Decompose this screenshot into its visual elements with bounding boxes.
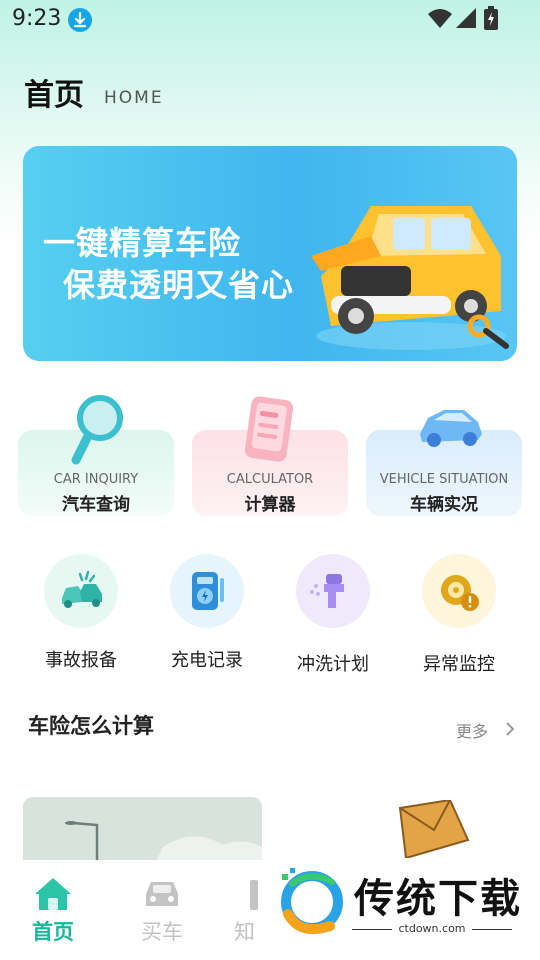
car-accident-icon (62, 570, 102, 608)
article-thumbnail[interactable] (23, 797, 262, 867)
nav-item-home[interactable]: 首页 (13, 876, 93, 956)
nav-label: 知 (234, 920, 255, 944)
nav-label: 买车 (141, 920, 183, 944)
banner-headline: 一键精算车险 (43, 224, 242, 262)
more-link[interactable]: 更多 (456, 718, 488, 742)
magnifier-icon (71, 395, 123, 465)
quick-action-accident-report[interactable]: 事故报备 (26, 554, 136, 674)
quick-action-label: 异常监控 (423, 654, 495, 675)
battery-charging-icon (484, 6, 498, 30)
envelope-illustration (398, 800, 470, 858)
card-en-label: VEHICLE SITUATION (379, 472, 509, 487)
wifi-icon (428, 9, 452, 28)
nav-label: 首页 (32, 920, 74, 944)
feature-card-car-inquiry[interactable]: CAR INQUIRY 汽车查询 (18, 395, 174, 516)
wash-spray-icon (310, 574, 344, 608)
card-en-label: CAR INQUIRY (53, 472, 139, 487)
car-illustration (311, 206, 509, 350)
feature-card-vehicle-situation[interactable]: VEHICLE SITUATION 车辆实况 (366, 410, 522, 516)
quick-action-icon-bg (422, 554, 496, 628)
nav-item-knowledge[interactable]: 知 (234, 876, 264, 956)
home-icon (35, 878, 71, 910)
page-subtitle: HOME (104, 88, 164, 108)
promo-banner[interactable]: 一键精算车险 保费透明又省心 (23, 146, 517, 361)
section-title: 车险怎么计算 (28, 714, 154, 738)
chevron-right-icon[interactable] (504, 721, 516, 737)
street-scene-image (23, 797, 262, 867)
quick-action-anomaly-monitor[interactable]: 异常监控 (404, 554, 514, 675)
watermark-divider (472, 929, 512, 930)
card-cn-label: 计算器 (244, 495, 296, 515)
banner-subheadline: 保费透明又省心 (63, 266, 295, 304)
quick-action-icon-bg (296, 554, 370, 628)
status-bar: 9:23 (0, 0, 540, 38)
nav-item-buy-car[interactable]: 买车 (122, 876, 202, 956)
book-icon (250, 880, 258, 910)
watermark-title: 传统下载 (354, 876, 522, 922)
quick-action-label: 事故报备 (45, 650, 117, 671)
watermark: 传统下载 ctdown.com (262, 858, 540, 960)
card-cn-label: 车辆实况 (410, 495, 478, 515)
car-icon (420, 410, 482, 447)
quick-action-label: 冲洗计划 (297, 654, 369, 675)
feature-card-calculator[interactable]: CALCULATOR 计算器 (192, 396, 348, 516)
calculator-icon (244, 396, 294, 462)
download-icon (68, 8, 92, 32)
quick-action-wash-plan[interactable]: 冲洗计划 (278, 554, 388, 675)
card-en-label: CALCULATOR (226, 472, 314, 487)
signal-icon (456, 8, 476, 28)
car-icon (146, 882, 178, 906)
card-cn-label: 汽车查询 (62, 495, 130, 515)
quick-action-icon-bg (170, 554, 244, 628)
quick-action-label: 充电记录 (171, 650, 243, 671)
status-time: 9:23 (12, 6, 62, 31)
quick-action-icon-bg (44, 554, 118, 628)
page-title: 首页 (24, 78, 84, 113)
alert-monitor-icon (441, 575, 479, 611)
quick-action-charging-record[interactable]: 充电记录 (152, 554, 262, 674)
charging-record-icon (192, 572, 224, 610)
ctdown-logo-icon (281, 868, 343, 934)
